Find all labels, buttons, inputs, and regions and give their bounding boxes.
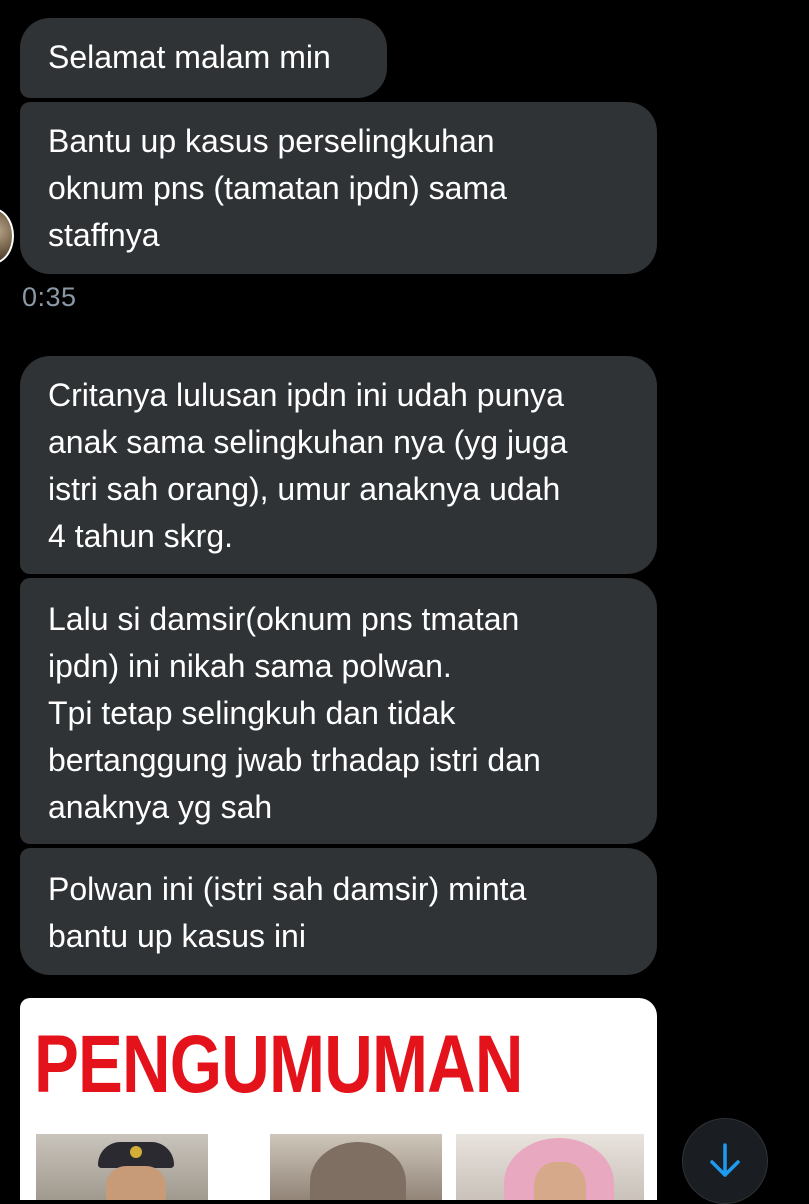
cap-badge-shape	[130, 1146, 142, 1158]
face-shape	[106, 1166, 166, 1200]
message-bubble[interactable]: Polwan ini (istri sah damsir) minta bant…	[20, 848, 657, 975]
arrow-down-icon	[710, 1143, 740, 1177]
message-timestamp: 0:35	[22, 282, 77, 312]
message-bubble[interactable]: Selamat malam min	[20, 18, 387, 98]
attachment-headline: PENGUMUMAN	[34, 1019, 523, 1110]
image-attachment[interactable]: PENGUMUMAN	[20, 998, 657, 1200]
attachment-photo-officer	[36, 1134, 208, 1200]
message-bubble[interactable]: Bantu up kasus perselingkuhan oknum pns …	[20, 102, 657, 274]
scroll-to-bottom-button[interactable]	[682, 1118, 768, 1204]
message-bubble[interactable]: Lalu si damsir(oknum pns tmatan ipdn) in…	[20, 578, 657, 844]
head-shape	[310, 1142, 406, 1200]
attachment-photo-person	[270, 1134, 442, 1200]
sender-avatar[interactable]	[0, 208, 14, 264]
face-shape	[534, 1162, 586, 1200]
attachment-photo-woman	[456, 1134, 644, 1200]
message-bubble[interactable]: Critanya lulusan ipdn ini udah punya ana…	[20, 356, 657, 574]
